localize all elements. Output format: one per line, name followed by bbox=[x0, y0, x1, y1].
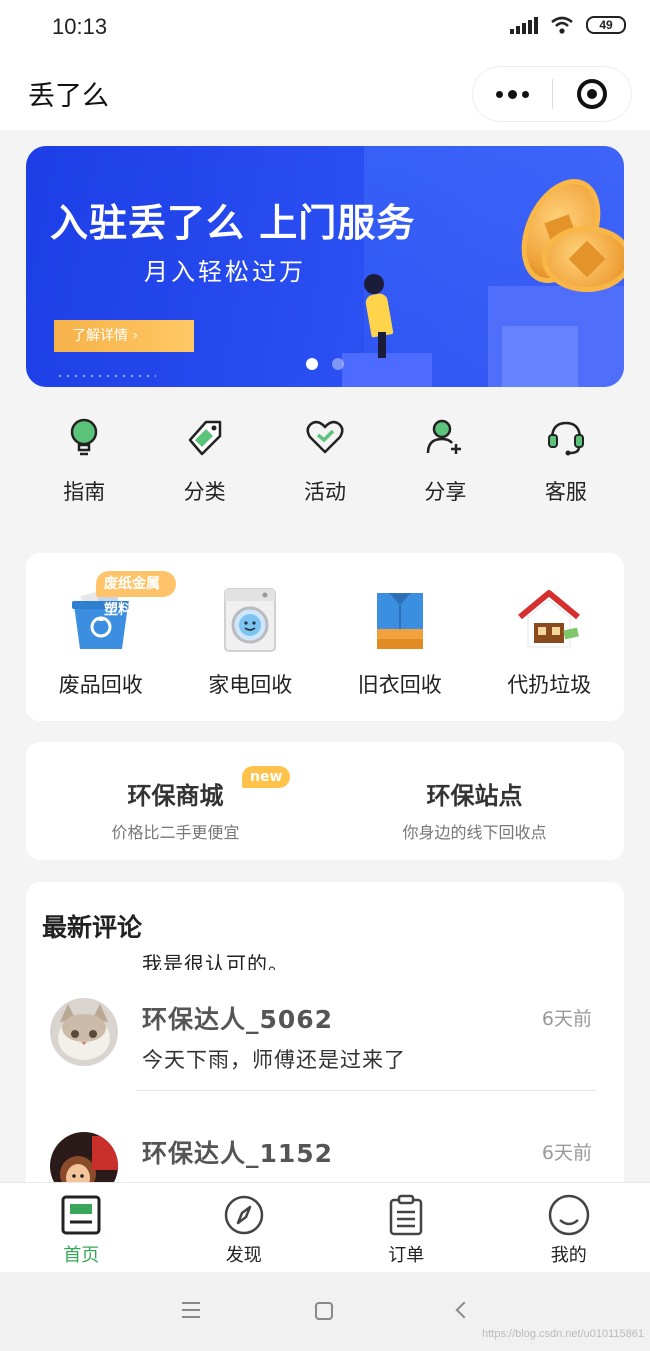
lightbulb-icon bbox=[63, 416, 105, 458]
tab-label: 发现 bbox=[225, 1245, 262, 1266]
comment-text-partial: 我是很认可的。 bbox=[142, 952, 289, 970]
quick-item-category[interactable]: 分类 bbox=[144, 410, 264, 520]
quick-item-label: 指南 bbox=[63, 480, 106, 504]
eco-station-subtitle: 你身边的线下回收点 bbox=[402, 823, 547, 842]
washing-machine-icon bbox=[217, 587, 283, 653]
system-nav-bar: https://blog.csdn.net/u010115861 bbox=[0, 1272, 650, 1351]
coin-icon bbox=[542, 226, 624, 292]
tab-label: 订单 bbox=[388, 1245, 425, 1266]
quick-item-activity[interactable]: 活动 bbox=[265, 410, 385, 520]
battery-icon: 49 bbox=[586, 16, 626, 34]
category-trash-pickup[interactable]: 代扔垃圾 bbox=[475, 553, 625, 721]
pagination-dot-active[interactable] bbox=[306, 358, 318, 370]
mini-program-capsule bbox=[472, 66, 632, 122]
comment-time: 6天前 bbox=[541, 1008, 592, 1030]
smile-icon bbox=[547, 1193, 591, 1237]
eco-station-entry[interactable]: 环保站点 你身边的线下回收点 bbox=[325, 742, 624, 860]
clothes-icon bbox=[367, 587, 433, 653]
learn-more-button[interactable]: 了解详情 › bbox=[54, 320, 194, 352]
comment-text: 今天下雨，师傅还是过来了 bbox=[142, 1048, 406, 1072]
tab-orders[interactable]: 订单 bbox=[325, 1183, 488, 1272]
category-label: 废品回收 bbox=[58, 673, 143, 697]
tab-discover[interactable]: 发现 bbox=[163, 1183, 326, 1272]
comment-author: 环保达人_1152 bbox=[142, 1139, 334, 1168]
category-appliance-recycling[interactable]: 家电回收 bbox=[176, 553, 326, 721]
latest-comments: 最新评论 我是很认可的。 环保达人_5062 6天前 今天下雨，师傅还是过来了 … bbox=[26, 882, 624, 1192]
category-label: 旧衣回收 bbox=[357, 673, 442, 697]
category-badge: 废纸金属塑料 bbox=[96, 571, 176, 618]
recycle-categories: 废纸金属塑料 废品回收 家电回收 旧衣回收 代扔垃圾 bbox=[26, 553, 624, 721]
status-time: 10:13 bbox=[52, 14, 108, 39]
quick-item-service[interactable]: 客服 bbox=[506, 410, 626, 520]
pagination-dot[interactable] bbox=[332, 358, 344, 370]
wifi-icon bbox=[551, 16, 573, 34]
close-mini-program-button[interactable] bbox=[553, 66, 632, 122]
status-icons: 49 bbox=[510, 16, 626, 34]
tag-icon bbox=[184, 416, 226, 458]
category-waste-recycling[interactable]: 废纸金属塑料 废品回收 bbox=[26, 553, 176, 721]
tab-me[interactable]: 我的 bbox=[488, 1183, 650, 1272]
page-title: 丢了么 bbox=[28, 81, 109, 112]
clipboard-icon bbox=[384, 1193, 428, 1237]
back-button[interactable] bbox=[455, 1301, 473, 1319]
app-screen: 10:13 49 丢了么 入驻丢了么 上门服务 月入轻松过万 了解详情 › 指南… bbox=[0, 0, 650, 1351]
banner-pagination bbox=[306, 358, 344, 370]
watermark: https://blog.csdn.net/u010115861 bbox=[482, 1328, 644, 1340]
new-badge: new bbox=[242, 766, 291, 788]
quick-item-label: 分类 bbox=[183, 480, 226, 504]
banner-title: 入驻丢了么 上门服务 bbox=[50, 201, 416, 245]
tab-label: 首页 bbox=[63, 1245, 100, 1266]
quick-item-guide[interactable]: 指南 bbox=[24, 410, 144, 520]
banner-pedestal bbox=[342, 353, 432, 387]
tab-home[interactable]: 首页 bbox=[0, 1183, 163, 1272]
eco-services-card: 环保商城 价格比二手更便宜 new 环保站点 你身边的线下回收点 bbox=[26, 742, 624, 860]
comment-author: 环保达人_5062 bbox=[142, 1005, 334, 1034]
eco-mall-entry[interactable]: 环保商城 价格比二手更便宜 new bbox=[26, 742, 325, 860]
promo-banner[interactable]: 入驻丢了么 上门服务 月入轻松过万 了解详情 › bbox=[26, 146, 624, 387]
quick-item-label: 分享 bbox=[424, 480, 467, 504]
avatar[interactable] bbox=[50, 998, 118, 1066]
quick-item-label: 客服 bbox=[544, 480, 587, 504]
house-icon bbox=[516, 587, 582, 653]
category-label: 代扔垃圾 bbox=[507, 673, 592, 697]
status-bar: 10:13 49 bbox=[0, 0, 650, 56]
comment-time: 6天前 bbox=[541, 1142, 592, 1164]
quick-item-label: 活动 bbox=[304, 480, 347, 504]
category-label: 家电回收 bbox=[208, 673, 293, 697]
target-icon bbox=[576, 79, 607, 109]
tab-bar: 首页 发现 订单 我的 bbox=[0, 1182, 650, 1272]
tab-label: 我的 bbox=[550, 1245, 587, 1266]
eco-mall-subtitle: 价格比二手更便宜 bbox=[111, 823, 240, 842]
quick-menu: 指南 分类 活动 分享 客服 bbox=[24, 410, 626, 520]
compass-icon bbox=[222, 1193, 266, 1237]
nav-bar: 丢了么 bbox=[0, 56, 650, 130]
banner-subtitle: 月入轻松过万 bbox=[144, 258, 306, 286]
add-user-icon bbox=[424, 416, 466, 458]
heart-icon bbox=[304, 416, 346, 458]
headset-icon bbox=[545, 416, 587, 458]
more-options-button[interactable] bbox=[473, 66, 552, 122]
category-clothes-recycling[interactable]: 旧衣回收 bbox=[325, 553, 475, 721]
recent-apps-button[interactable] bbox=[182, 1302, 200, 1318]
banner-person-head bbox=[364, 274, 384, 294]
divider bbox=[136, 1090, 596, 1091]
banner-dot-pattern bbox=[56, 372, 156, 382]
signal-icon bbox=[510, 16, 538, 34]
quick-item-share[interactable]: 分享 bbox=[385, 410, 505, 520]
banner-person-leg bbox=[378, 332, 386, 358]
comments-title: 最新评论 bbox=[42, 913, 143, 942]
home-button[interactable] bbox=[315, 1302, 333, 1320]
eco-station-title: 环保站点 bbox=[426, 782, 523, 810]
banner-block bbox=[488, 286, 624, 387]
home-icon bbox=[59, 1193, 103, 1237]
